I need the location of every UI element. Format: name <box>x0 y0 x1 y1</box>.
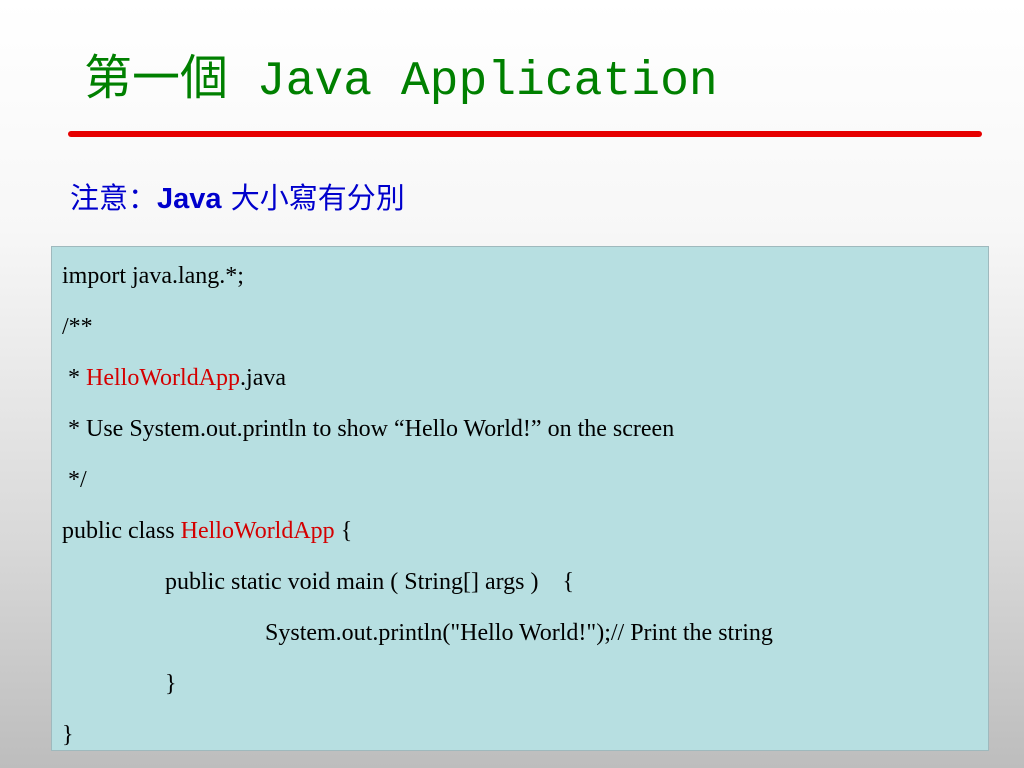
code-text: { <box>334 518 353 544</box>
title-underline <box>68 131 982 137</box>
note-prefix: 注意： <box>70 181 158 215</box>
code-line-main-method: public static void main ( String[] args … <box>165 569 575 595</box>
case-sensitivity-note: 注意：Java 大小寫有分別 <box>70 178 405 219</box>
code-line-import: import java.lang.*; <box>62 263 244 289</box>
note-suffix: 大小寫有分別 <box>221 181 405 215</box>
code-line-comment-open: /** <box>62 314 93 340</box>
slide-title: 第一個 Java Application <box>84 55 718 109</box>
code-line-class-close: } <box>62 722 74 748</box>
code-line-description: * Use System.out.println to show “Hello … <box>62 416 675 442</box>
code-listing: import java.lang.*; /** * HelloWorldApp.… <box>51 246 989 751</box>
code-line-println: System.out.println("Hello World!");// Pr… <box>265 620 773 646</box>
code-line-method-close: } <box>165 671 177 697</box>
note-keyword: Java <box>157 183 222 215</box>
code-line-comment-close: */ <box>62 467 87 493</box>
code-text: .java <box>240 365 287 391</box>
class-name-highlight: HelloWorldApp <box>86 365 241 391</box>
code-line-filename: * HelloWorldApp.java <box>62 353 988 404</box>
class-name-highlight: HelloWorldApp <box>180 518 335 544</box>
code-text: * <box>62 365 86 391</box>
code-text: public class <box>62 518 181 544</box>
code-line-class-declaration: public class HelloWorldApp { <box>62 506 988 557</box>
